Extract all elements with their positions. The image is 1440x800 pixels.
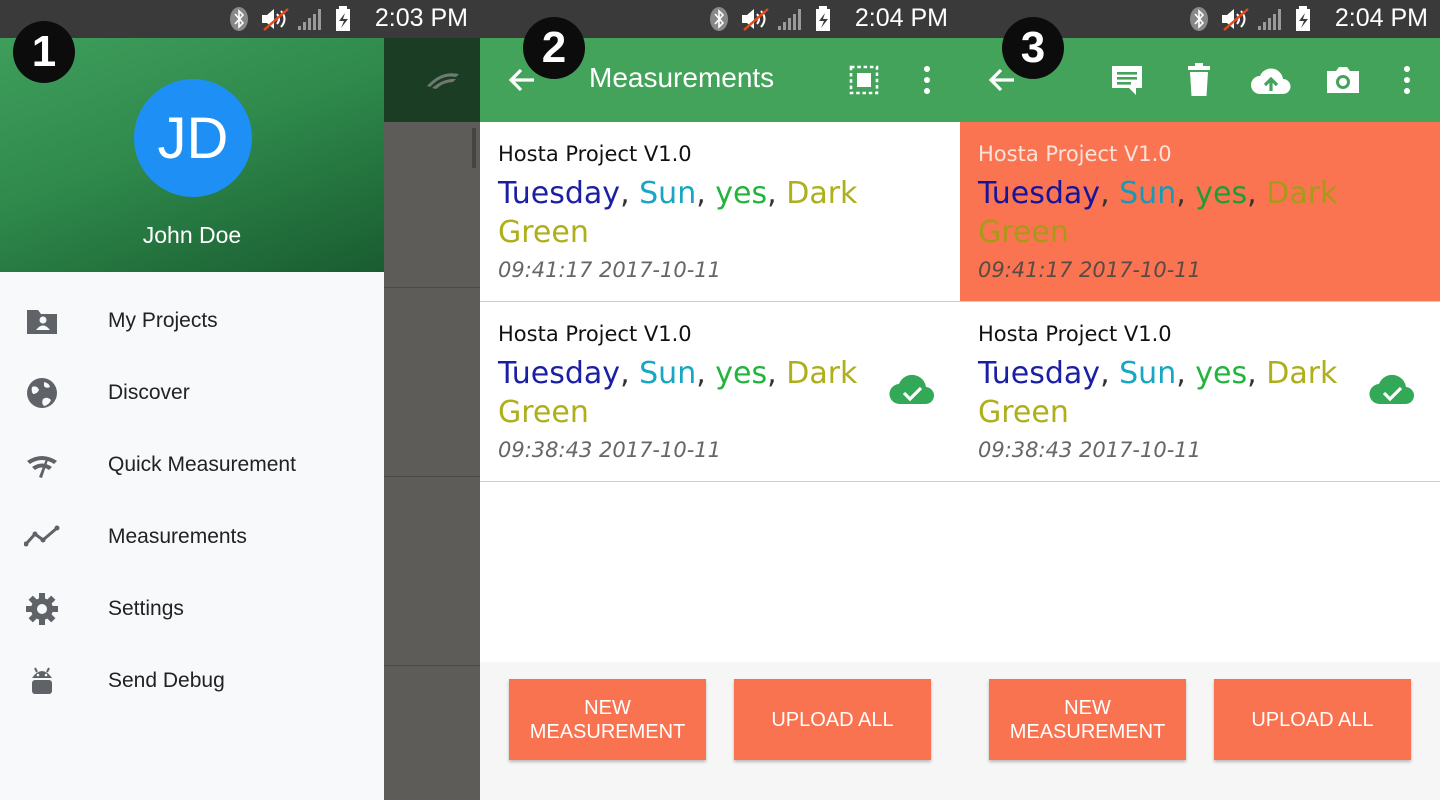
status-time: 2:04 PM bbox=[854, 4, 948, 32]
menu-item-settings[interactable]: Settings bbox=[0, 573, 384, 645]
status-icons bbox=[230, 6, 350, 31]
more-options-icon[interactable] bbox=[1387, 60, 1427, 100]
project-name: Hosta Project V1.0 bbox=[978, 142, 1172, 166]
measurement-summary: Tuesday, Sun, yes, Dark Green bbox=[978, 356, 1338, 430]
menu-label: Quick Measurement bbox=[108, 453, 296, 476]
gear-icon bbox=[26, 593, 58, 625]
drawer-scrim[interactable] bbox=[384, 38, 480, 800]
screen-navigation-drawer: 2:03 PM 1 JD John Doe My Projects Discov… bbox=[0, 0, 480, 800]
menu-label: Measurements bbox=[108, 525, 247, 548]
weather-value: Sun bbox=[1119, 176, 1177, 211]
upload-all-button[interactable]: UPLOAD ALL bbox=[1214, 679, 1411, 760]
day-value: Tuesday bbox=[498, 356, 621, 391]
menu-label: Settings bbox=[108, 597, 184, 620]
day-value: Tuesday bbox=[978, 356, 1101, 391]
delete-icon[interactable] bbox=[1179, 60, 1219, 100]
menu-item-quick-measurement[interactable]: Quick Measurement bbox=[0, 429, 384, 501]
comment-icon[interactable] bbox=[1107, 60, 1147, 100]
status-icons bbox=[1190, 6, 1310, 31]
measurement-timestamp: 09:38:43 2017-10-11 bbox=[498, 438, 722, 462]
new-measurement-button[interactable]: NEW MEASUREMENT bbox=[509, 679, 706, 760]
answer-value: yes bbox=[715, 356, 768, 391]
measurement-timestamp: 09:41:17 2017-10-11 bbox=[978, 258, 1202, 282]
trend-line-icon bbox=[24, 525, 60, 547]
answer-value: yes bbox=[1195, 356, 1248, 391]
menu-item-measurements[interactable]: Measurements bbox=[0, 501, 384, 573]
step-badge-2: 2 bbox=[523, 17, 585, 79]
answer-value: yes bbox=[715, 176, 768, 211]
bottom-action-bar: NEW MEASUREMENT UPLOAD ALL bbox=[960, 662, 1440, 800]
upload-all-button[interactable]: UPLOAD ALL bbox=[734, 679, 931, 760]
measurement-summary: Tuesday, Sun, yes, Dark Green bbox=[498, 176, 858, 250]
day-value: Tuesday bbox=[978, 176, 1101, 211]
cloud-done-icon bbox=[889, 374, 935, 405]
measurement-timestamp: 09:38:43 2017-10-11 bbox=[978, 438, 1202, 462]
measurement-list-item[interactable]: Hosta Project V1.0 Tuesday, Sun, yes, Da… bbox=[480, 302, 960, 482]
status-bar: 2:03 PM bbox=[0, 0, 480, 38]
weather-value: Sun bbox=[1119, 356, 1177, 391]
camera-icon[interactable] bbox=[1323, 60, 1363, 100]
select-all-icon[interactable] bbox=[844, 60, 884, 100]
measurement-summary: Tuesday, Sun, yes, Dark Green bbox=[498, 356, 858, 430]
android-icon bbox=[32, 667, 52, 694]
menu-label: My Projects bbox=[108, 309, 218, 332]
menu-item-discover[interactable]: Discover bbox=[0, 357, 384, 429]
screen-measurements: 2:04 PM Measurements 2 Hosta Project V1.… bbox=[480, 0, 960, 800]
step-badge-1: 1 bbox=[13, 21, 75, 83]
user-name: John Doe bbox=[142, 222, 242, 248]
drawer-menu: My Projects Discover Quick Measurement M… bbox=[0, 272, 384, 800]
menu-label: Send Debug bbox=[108, 669, 225, 692]
page-title: Measurements bbox=[589, 62, 775, 93]
quick-measure-icon bbox=[27, 456, 57, 478]
divider bbox=[384, 287, 480, 288]
measurement-timestamp: 09:41:17 2017-10-11 bbox=[498, 258, 722, 282]
more-options-icon[interactable] bbox=[907, 60, 947, 100]
weather-value: Sun bbox=[639, 176, 697, 211]
bottom-action-bar: NEW MEASUREMENT UPLOAD ALL bbox=[480, 662, 960, 800]
project-name: Hosta Project V1.0 bbox=[498, 142, 692, 166]
cloud-done-icon bbox=[1369, 374, 1415, 405]
status-icons bbox=[710, 6, 830, 31]
dimmed-toolbar bbox=[384, 38, 480, 122]
status-time: 2:03 PM bbox=[374, 4, 468, 32]
answer-value: yes bbox=[1195, 176, 1248, 211]
cloud-upload-icon[interactable] bbox=[1251, 60, 1291, 100]
quick-measure-icon bbox=[427, 73, 459, 89]
measurement-list-item-selected[interactable]: Hosta Project V1.0 Tuesday, Sun, yes, Da… bbox=[960, 122, 1440, 302]
avatar[interactable]: JD bbox=[134, 79, 252, 197]
step-badge-3: 3 bbox=[1002, 17, 1064, 79]
scrollbar[interactable] bbox=[472, 128, 476, 168]
menu-item-send-debug[interactable]: Send Debug bbox=[0, 645, 384, 717]
project-name: Hosta Project V1.0 bbox=[498, 322, 692, 346]
day-value: Tuesday bbox=[498, 176, 621, 211]
folder-account-icon bbox=[27, 310, 57, 334]
measurement-summary: Tuesday, Sun, yes, Dark Green bbox=[978, 176, 1338, 250]
globe-icon bbox=[27, 378, 57, 408]
new-measurement-button[interactable]: NEW MEASUREMENT bbox=[989, 679, 1186, 760]
project-name: Hosta Project V1.0 bbox=[978, 322, 1172, 346]
divider bbox=[384, 665, 480, 666]
menu-label: Discover bbox=[108, 381, 190, 404]
measurement-list-item[interactable]: Hosta Project V1.0 Tuesday, Sun, yes, Da… bbox=[960, 302, 1440, 482]
measurement-list-item[interactable]: Hosta Project V1.0 Tuesday, Sun, yes, Da… bbox=[480, 122, 960, 302]
divider bbox=[384, 476, 480, 477]
menu-item-my-projects[interactable]: My Projects bbox=[0, 285, 384, 357]
screen-measurements-selection: 2:04 PM 3 Hosta Project V1.0 Tuesday, Su… bbox=[960, 0, 1440, 800]
status-time: 2:04 PM bbox=[1334, 4, 1428, 32]
weather-value: Sun bbox=[639, 356, 697, 391]
